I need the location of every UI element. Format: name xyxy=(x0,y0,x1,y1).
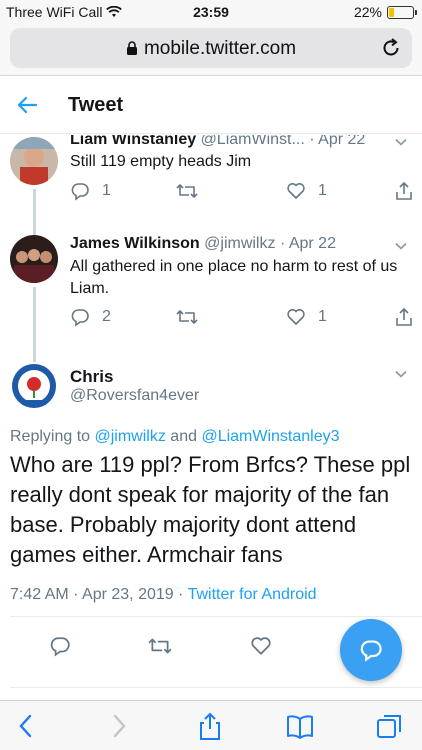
focused-author-name[interactable]: Chris xyxy=(70,367,113,387)
like-count: 1 xyxy=(318,308,327,325)
tweet-text: All gathered in one place no harm to res… xyxy=(70,258,398,297)
focused-tweet-text: Who are 119 ppl? From Brfcs? These ppl r… xyxy=(10,452,411,567)
battery-percent: 22% xyxy=(353,4,382,20)
heart-icon xyxy=(287,309,305,325)
like-button[interactable]: 1 xyxy=(286,181,327,201)
reply-button[interactable]: 2 xyxy=(70,307,111,327)
ios-status-bar: Three WiFi Call 23:59 22% xyxy=(0,0,422,24)
and-label: and xyxy=(170,428,197,445)
share-icon xyxy=(396,307,412,326)
heart-icon[interactable] xyxy=(250,635,272,657)
reply-icon xyxy=(71,183,89,201)
author-handle[interactable]: @LiamWinst... xyxy=(201,135,305,148)
battery-level xyxy=(389,7,395,17)
reply-count: 2 xyxy=(102,308,111,325)
retweet-icon xyxy=(176,310,198,324)
retweet-button[interactable] xyxy=(176,307,198,327)
page-title: Tweet xyxy=(68,94,124,116)
browser-address-bar: mobile.twitter.com xyxy=(0,24,422,76)
mention-link[interactable]: @LiamWinstanley3 xyxy=(201,428,339,445)
chevron-down-icon[interactable] xyxy=(394,135,408,149)
browser-toolbar xyxy=(0,700,422,750)
tweet-actions: 2 1 xyxy=(70,307,415,329)
replying-to-line: Replying to @jimwilkz and @LiamWinstanle… xyxy=(10,428,340,446)
url-text: mobile.twitter.com xyxy=(143,38,297,59)
reply-icon[interactable] xyxy=(49,635,71,657)
reply-icon xyxy=(71,309,89,327)
reply-button[interactable]: 1 xyxy=(70,181,111,201)
url-field[interactable]: mobile.twitter.com xyxy=(10,28,412,68)
tweet-source-link[interactable]: Twitter for Android xyxy=(188,586,317,603)
share-button[interactable] xyxy=(394,181,414,201)
reply-count: 1 xyxy=(102,182,111,199)
chevron-down-icon[interactable] xyxy=(394,367,408,381)
author-name[interactable]: James Wilkinson xyxy=(70,235,200,252)
heart-icon xyxy=(287,183,305,199)
like-button[interactable]: 1 xyxy=(286,307,327,327)
tweet-meta: 7:42 AM · Apr 23, 2019 · Twitter for And… xyxy=(10,586,317,604)
focused-author-handle[interactable]: @Roversfan4ever xyxy=(70,387,199,405)
reload-icon[interactable] xyxy=(380,37,402,59)
reply-icon xyxy=(360,640,382,662)
tweet-timestamp[interactable]: 7:42 AM · Apr 23, 2019 · xyxy=(10,586,183,603)
like-count: 1 xyxy=(318,182,327,199)
focused-tweet-avatar[interactable] xyxy=(10,362,58,410)
avatar-image xyxy=(10,137,58,185)
thread-line xyxy=(33,189,36,239)
battery-icon xyxy=(387,5,417,19)
share-icon xyxy=(396,181,412,200)
divider xyxy=(10,687,422,688)
replying-to-label: Replying to xyxy=(10,428,91,445)
share-icon[interactable] xyxy=(195,711,225,741)
avatar[interactable] xyxy=(10,235,58,283)
tabs-icon[interactable] xyxy=(375,711,405,741)
tweet-text: Still 119 empty heads Jim xyxy=(70,153,252,170)
compose-reply-button[interactable] xyxy=(340,619,402,681)
mention-link[interactable]: @jimwilkz xyxy=(95,428,166,445)
retweet-button[interactable] xyxy=(176,181,198,201)
share-button[interactable] xyxy=(394,307,414,327)
browser-back-icon[interactable] xyxy=(12,711,42,741)
tweet-header: Tweet xyxy=(0,76,422,134)
back-arrow-icon[interactable] xyxy=(16,94,38,116)
author-name[interactable]: Liam Winstanley xyxy=(70,135,196,148)
retweet-icon xyxy=(176,184,198,198)
author-handle[interactable]: @jimwilkz xyxy=(204,235,275,252)
avatar[interactable] xyxy=(10,137,58,185)
tweet-date[interactable]: · Apr 22 xyxy=(309,135,365,148)
thread-line xyxy=(33,287,36,367)
divider xyxy=(10,616,422,617)
bookmarks-icon[interactable] xyxy=(285,711,315,741)
avatar-image xyxy=(10,235,58,283)
lock-icon xyxy=(126,41,137,55)
tweet-date[interactable]: · Apr 22 xyxy=(280,235,336,252)
browser-forward-icon[interactable] xyxy=(103,711,133,741)
club-crest-logo xyxy=(10,362,58,410)
retweet-icon[interactable] xyxy=(148,635,172,657)
tweet-actions: 1 1 xyxy=(70,181,415,203)
chevron-down-icon[interactable] xyxy=(394,239,408,253)
tweet-thread: Liam Winstanley @LiamWinst... · Apr 22 S… xyxy=(0,135,422,700)
